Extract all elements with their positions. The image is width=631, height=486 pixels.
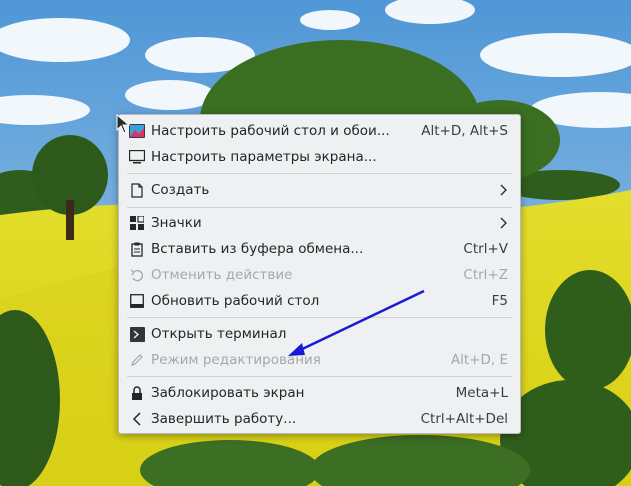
menu-separator xyxy=(127,207,512,208)
lock-icon xyxy=(129,385,145,401)
menu-item-shortcut: Ctrl+Alt+Del xyxy=(420,411,508,427)
menu-item-lock-screen[interactable]: Заблокировать экран Meta+L xyxy=(123,380,516,406)
menu-item-configure-desktop[interactable]: Настроить рабочий стол и обои... Alt+D, … xyxy=(123,118,516,144)
chevron-right-icon xyxy=(500,217,507,229)
undo-icon xyxy=(129,267,145,283)
menu-item-shortcut: Meta+L xyxy=(455,385,508,401)
menu-item-refresh-desktop[interactable]: Обновить рабочий стол F5 xyxy=(123,288,516,314)
menu-item-shortcut: Ctrl+Z xyxy=(463,267,508,283)
menu-item-label: Заблокировать экран xyxy=(151,385,305,401)
chevron-right-icon xyxy=(500,184,507,196)
menu-item-shortcut: Alt+D, Alt+S xyxy=(421,123,508,139)
logout-icon xyxy=(129,411,145,427)
menu-item-configure-display[interactable]: Настроить параметры экрана... xyxy=(123,144,516,170)
menu-separator xyxy=(127,376,512,377)
terminal-icon xyxy=(129,326,145,342)
menu-separator xyxy=(127,173,512,174)
menu-item-label: Значки xyxy=(151,215,202,231)
new-document-icon xyxy=(129,182,145,198)
menu-item-logout[interactable]: Завершить работу... Ctrl+Alt+Del xyxy=(123,406,516,432)
menu-item-edit-mode[interactable]: Режим редактирования Alt+D, E xyxy=(123,347,516,373)
display-icon xyxy=(129,149,145,165)
menu-item-label: Настроить параметры экрана... xyxy=(151,149,377,165)
menu-separator xyxy=(127,317,512,318)
menu-item-label: Вставить из буфера обмена... xyxy=(151,241,364,257)
clipboard-icon xyxy=(129,241,145,257)
refresh-desktop-icon xyxy=(129,293,145,309)
menu-item-label: Обновить рабочий стол xyxy=(151,293,320,309)
menu-item-label: Завершить работу... xyxy=(151,411,297,427)
menu-item-label: Создать xyxy=(151,182,210,198)
menu-item-shortcut: F5 xyxy=(491,293,508,309)
menu-item-paste[interactable]: Вставить из буфера обмена... Ctrl+V xyxy=(123,236,516,262)
menu-item-open-terminal[interactable]: Открыть терминал xyxy=(123,321,516,347)
menu-item-shortcut: Ctrl+V xyxy=(463,241,508,257)
menu-item-create[interactable]: Создать xyxy=(123,177,516,203)
menu-item-shortcut: Alt+D, E xyxy=(450,352,508,368)
menu-item-label: Режим редактирования xyxy=(151,352,321,368)
icons-grid-icon xyxy=(129,215,145,231)
menu-item-label: Открыть терминал xyxy=(151,326,287,342)
menu-item-label: Настроить рабочий стол и обои... xyxy=(151,123,390,139)
edit-pencil-icon xyxy=(129,352,145,368)
wallpaper-settings-icon xyxy=(129,123,145,139)
menu-item-undo[interactable]: Отменить действие Ctrl+Z xyxy=(123,262,516,288)
desktop-context-menu: Настроить рабочий стол и обои... Alt+D, … xyxy=(118,114,521,434)
menu-item-label: Отменить действие xyxy=(151,267,293,283)
menu-item-icons[interactable]: Значки xyxy=(123,210,516,236)
mouse-cursor-icon xyxy=(116,114,130,134)
